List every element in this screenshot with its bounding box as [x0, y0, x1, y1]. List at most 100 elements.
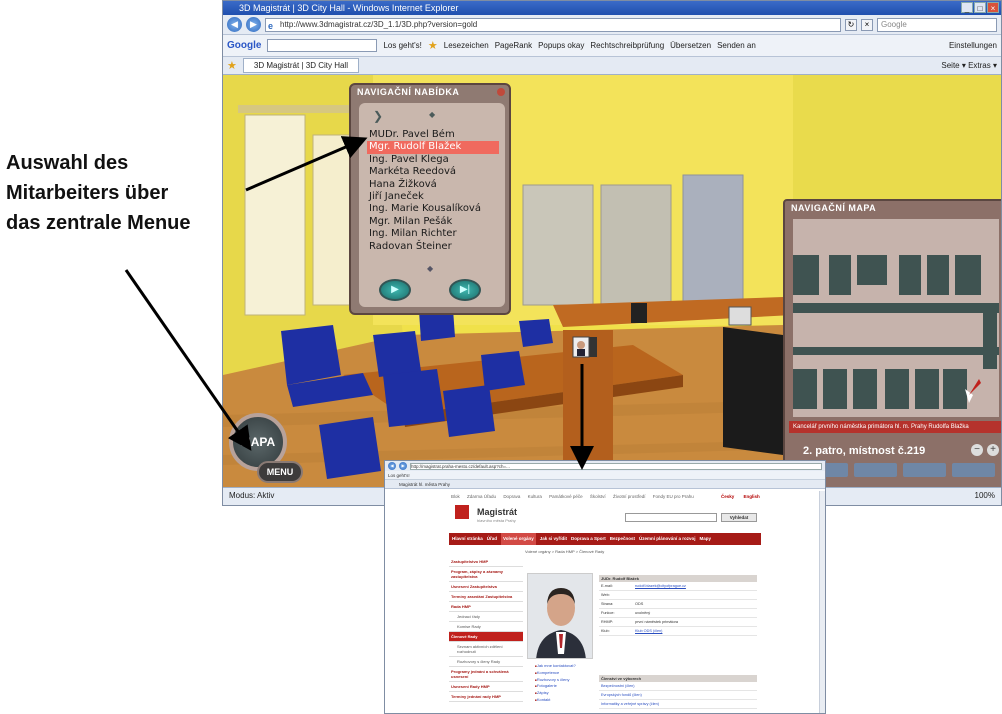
- lang-link[interactable]: English: [744, 494, 760, 499]
- toolbar-item[interactable]: PageRank: [495, 41, 532, 50]
- main-nav-item-active[interactable]: Volené orgány: [501, 533, 536, 545]
- profile-link[interactable]: Rozhovory s členy: [535, 677, 576, 684]
- main-nav-item[interactable]: Mapy: [700, 533, 712, 545]
- search-input[interactable]: Google: [877, 17, 997, 32]
- toolbar-item[interactable]: Rechtschreibprüfung: [590, 41, 664, 50]
- main-nav-item[interactable]: Jak si vyřídit: [540, 533, 567, 545]
- website-address-bar: ◀ ▶ http://magistrat.praha-mesto.cz/defa…: [385, 461, 825, 471]
- profile-link[interactable]: Kontakt: [535, 697, 576, 704]
- sidebar-item-selected[interactable]: Členové Rady: [449, 632, 523, 642]
- website-scrollbar[interactable]: [819, 491, 825, 713]
- floor-plan[interactable]: [793, 219, 999, 417]
- employee-item[interactable]: Ing. Milan Richter: [367, 228, 499, 240]
- site-logo-title[interactable]: Magistrát: [477, 507, 517, 517]
- profile-row: Web:: [599, 591, 757, 600]
- skip-next-icon[interactable]: ▶|: [449, 279, 481, 301]
- close-dot-icon[interactable]: [497, 88, 505, 96]
- site-search-input[interactable]: [625, 513, 717, 522]
- zoom-in-icon[interactable]: +: [987, 444, 999, 456]
- sidebar-item[interactable]: Usnesení Rady HMP: [449, 682, 523, 692]
- employee-item[interactable]: Hana Žižková: [367, 179, 499, 191]
- sidebar-item[interactable]: Usnesení Zastupitelstva: [449, 582, 523, 592]
- stop-icon[interactable]: ×: [861, 18, 873, 31]
- main-nav-item[interactable]: Hlavní stránka: [452, 533, 483, 545]
- employee-item[interactable]: Markéta Reedová: [367, 166, 499, 178]
- employee-item[interactable]: Mgr. Milan Pešák: [367, 216, 499, 228]
- google-search-input[interactable]: [267, 39, 378, 52]
- main-nav-item[interactable]: Doprava a Sport: [571, 533, 606, 545]
- profile-link[interactable]: Zápisy: [535, 690, 576, 697]
- annotation-line: das zentrale Menue: [6, 212, 191, 234]
- top-nav-link[interactable]: Školství: [590, 494, 606, 499]
- committee-link[interactable]: Evropských fondů (člen): [599, 691, 757, 700]
- menu-button[interactable]: MENU: [257, 461, 303, 483]
- profile-link[interactable]: Fotogalerie: [535, 683, 576, 690]
- favorites-star-icon[interactable]: ★: [227, 59, 237, 72]
- minimize-button[interactable]: _: [961, 2, 973, 13]
- profile-row: Funkce: uvolněný: [599, 609, 757, 618]
- sidebar-item[interactable]: Zastupitelstvo HMP: [449, 557, 523, 567]
- back-icon[interactable]: ◀: [388, 462, 396, 470]
- employee-item[interactable]: Jiří Janeček: [367, 191, 499, 203]
- forward-icon[interactable]: ▶: [246, 17, 261, 32]
- toolbar-item[interactable]: Übersetzen: [670, 41, 711, 50]
- main-nav-item[interactable]: Úřad: [487, 533, 497, 545]
- committee-link[interactable]: Informatiky a veřejné správy (člen): [599, 700, 757, 709]
- zoom-out-icon[interactable]: −: [971, 444, 983, 456]
- profile-link[interactable]: Kompetence: [535, 670, 576, 677]
- employee-item[interactable]: Ing. Pavel Klega: [367, 154, 499, 166]
- main-nav-item[interactable]: Bezpečnost: [610, 533, 635, 545]
- top-nav-link[interactable]: Kultura: [528, 494, 542, 499]
- prague-emblem-icon: [455, 505, 469, 519]
- browser-tab[interactable]: 3D Magistrát | 3D City Hall: [242, 58, 359, 73]
- profile-link[interactable]: Jak mne kontaktovat?: [535, 663, 576, 670]
- sidebar-subitem[interactable]: Rozhovory s členy Rady: [449, 657, 523, 667]
- close-button[interactable]: ×: [987, 2, 999, 13]
- play-icon[interactable]: ▶: [379, 279, 411, 301]
- floor-plan-drawing: [793, 255, 999, 409]
- command-bar[interactable]: Seite ▾ Extras ▾: [941, 61, 997, 70]
- toolbar-item[interactable]: Senden an: [717, 41, 756, 50]
- zoom-level[interactable]: 100%: [975, 488, 995, 504]
- sidebar-item[interactable]: Program, zápisy a záznamy zastupitelstva: [449, 567, 523, 582]
- city-hall-3d-scene[interactable]: NAVIGAČNÍ NABÍDKA ❯ ◆ MUDr. Pavel Bém Mg…: [223, 75, 1001, 489]
- top-nav-link[interactable]: Doprava: [503, 494, 520, 499]
- profile-email-link[interactable]: rudolf.blazek@cityofprague.cz: [635, 582, 757, 590]
- sidebar-item[interactable]: Programy jednání a schválená usnesení: [449, 667, 523, 682]
- lang-link[interactable]: Česky: [721, 494, 734, 499]
- main-nav-item[interactable]: Územní plánování a rozvoj: [639, 533, 696, 545]
- website-url-input[interactable]: http://magistrat.praha-mesto.cz/default.…: [410, 462, 822, 470]
- back-icon[interactable]: ◀: [227, 17, 242, 32]
- breadcrumb[interactable]: Volené orgány > Rada HMP > Členové Rady: [525, 549, 604, 554]
- committee-link[interactable]: Bezpečnostní (člen): [599, 682, 757, 691]
- toolbar-item[interactable]: Lesezeichen: [444, 41, 489, 50]
- employee-item[interactable]: Radovan Šteiner: [367, 241, 499, 253]
- sidebar-item[interactable]: Termíny jednání rady HMP: [449, 692, 523, 702]
- settings-link[interactable]: Einstellungen: [949, 41, 997, 50]
- refresh-icon[interactable]: ↻: [845, 18, 857, 31]
- profile-club-link[interactable]: Klub ODS (člen): [635, 627, 757, 635]
- website-tab[interactable]: Magistrát hl. města Prahy: [385, 480, 825, 489]
- top-nav-link[interactable]: Životní prostředí: [613, 494, 646, 499]
- toolbar-item[interactable]: Los geht's!: [383, 41, 421, 50]
- sidebar-subitem[interactable]: Komise Rady: [449, 622, 523, 632]
- site-search-button[interactable]: Vyhledat: [721, 513, 757, 522]
- employee-item[interactable]: Ing. Marie Kousalíková: [367, 203, 499, 215]
- sidebar-subitem[interactable]: Seznam aktivních zdělení rozhodnutí: [449, 642, 523, 657]
- sidebar-item[interactable]: Termíny zasedání Zastupitelstva: [449, 592, 523, 602]
- top-nav-link[interactable]: Blok: [451, 494, 460, 499]
- sidebar-item[interactable]: Rada HMP: [449, 602, 523, 612]
- top-nav-link[interactable]: Památkové péče: [549, 494, 583, 499]
- url-input[interactable]: e http://www.3dmagistrat.cz/3D_1.1/3D.ph…: [265, 17, 841, 32]
- forward-icon[interactable]: ▶: [399, 462, 407, 470]
- top-nav-link[interactable]: Fondy EU pro Prahu: [653, 494, 694, 499]
- maximize-button[interactable]: □: [974, 2, 986, 13]
- sidebar-subitem[interactable]: Jednací řády: [449, 612, 523, 622]
- employee-item[interactable]: MUDr. Pavel Bém: [367, 129, 499, 141]
- top-nav-link[interactable]: Zdarma Úřadu: [467, 494, 496, 499]
- toolbar-item[interactable]: Popups okay: [538, 41, 584, 50]
- profile-value: první náměstek primátora: [635, 620, 679, 624]
- navigation-menu-title: NAVIGAČNÍ NABÍDKA: [357, 87, 460, 97]
- status-mode: Modus: Aktiv: [229, 491, 275, 500]
- employee-item-selected[interactable]: Mgr. Rudolf Blažek: [367, 141, 499, 154]
